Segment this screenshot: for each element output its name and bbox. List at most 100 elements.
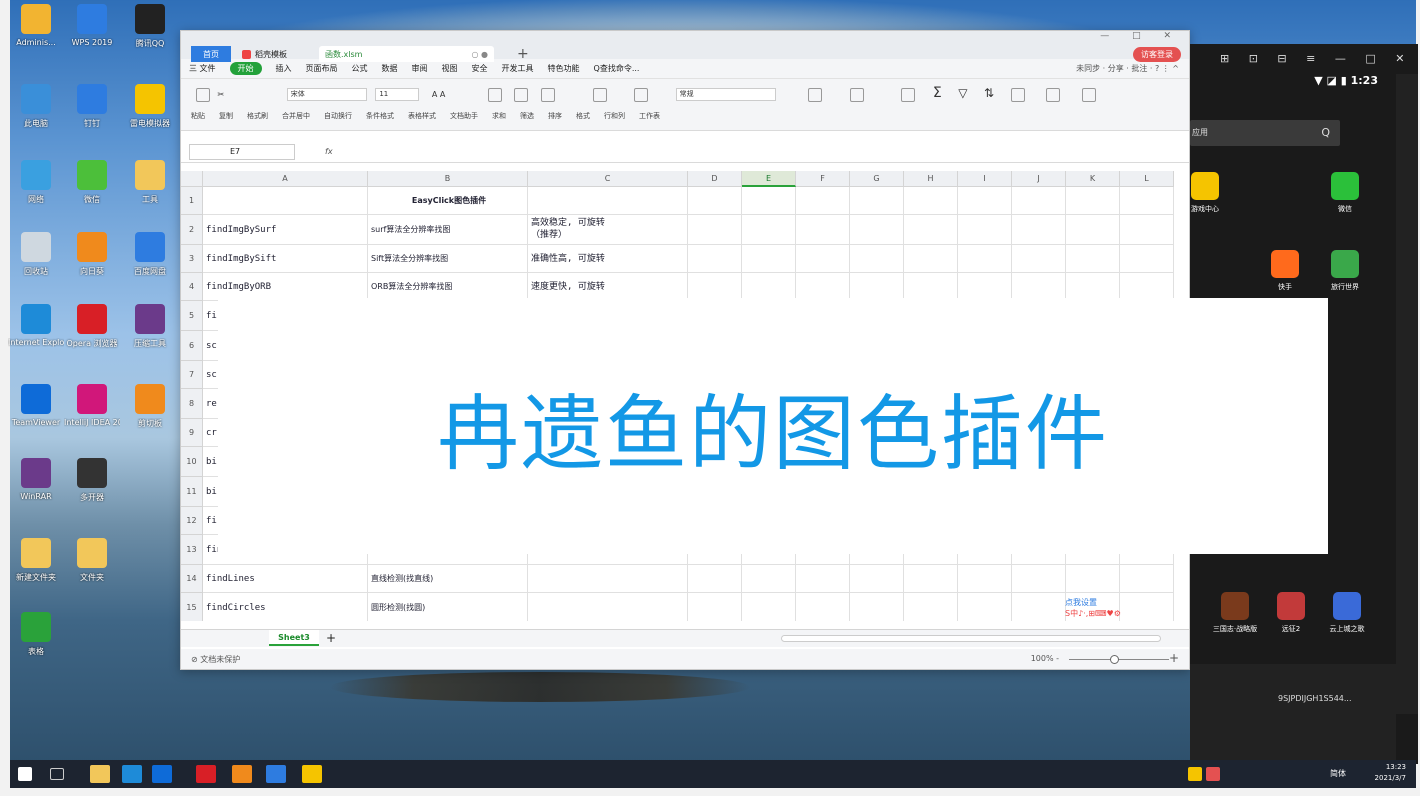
menu-item[interactable]: 视图 — [442, 63, 458, 74]
cell[interactable] — [688, 565, 742, 593]
cell[interactable] — [203, 187, 368, 215]
row-header[interactable]: 15 — [181, 593, 203, 621]
desktop-icon[interactable]: 网络 — [8, 160, 64, 205]
emulator-toolbar[interactable]: ⊞ ⊡ ⊟ ≡ — □ ✕ — [1190, 44, 1418, 74]
row-header[interactable]: 4 — [181, 273, 203, 301]
worksheet-icon[interactable] — [1081, 87, 1096, 102]
format-icon[interactable] — [1010, 87, 1025, 102]
start-button[interactable] — [18, 767, 32, 781]
close-tab-icon[interactable]: ○ ● — [471, 50, 488, 59]
desktop-icon[interactable]: WinRAR — [8, 458, 64, 501]
cell[interactable] — [1120, 245, 1174, 273]
horizontal-scrollbar[interactable] — [781, 635, 1161, 642]
desktop-icon[interactable]: Internet Explorer — [8, 304, 64, 347]
column-header[interactable]: J — [1012, 171, 1066, 187]
cell[interactable] — [796, 245, 850, 273]
ribbon-label[interactable]: 筛选 — [520, 112, 534, 120]
desktop-icon[interactable]: 剪切板 — [122, 384, 178, 429]
cell[interactable] — [688, 245, 742, 273]
emulator-app[interactable]: 三国志·战略版 — [1210, 592, 1260, 634]
ribbon-label[interactable]: 排序 — [548, 112, 562, 120]
new-tab-button[interactable]: + — [511, 46, 535, 62]
cell[interactable]: 高效稳定, 可旋转 （推荐） — [528, 215, 688, 245]
cell[interactable] — [850, 593, 904, 621]
cell[interactable] — [958, 565, 1012, 593]
cell[interactable] — [904, 215, 958, 245]
desktop-icon[interactable]: 回收站 — [8, 232, 64, 277]
menu-item[interactable]: 开始 — [229, 62, 262, 75]
row-header[interactable]: 7 — [181, 361, 203, 389]
window-controls[interactable]: — □ ✕ — [1100, 31, 1181, 41]
cell[interactable] — [796, 565, 850, 593]
column-header[interactable]: G — [850, 171, 904, 187]
sort-icon[interactable]: ⇅ — [984, 86, 994, 100]
cell[interactable] — [1012, 593, 1066, 621]
name-box[interactable]: E7 — [189, 143, 295, 160]
column-header[interactable]: I — [958, 171, 1012, 187]
emulator-app[interactable]: 微信 — [1320, 172, 1370, 214]
zoom-in-button[interactable]: + — [1169, 651, 1179, 665]
desktop-icon[interactable]: TeamViewer — [8, 384, 64, 427]
cell[interactable] — [528, 593, 688, 621]
zoom-slider[interactable] — [1069, 659, 1169, 660]
teamviewer-icon[interactable] — [152, 765, 172, 783]
row-header[interactable]: 8 — [181, 389, 203, 419]
file-explorer-icon[interactable] — [90, 765, 110, 783]
cell[interactable] — [904, 187, 958, 215]
cell[interactable] — [904, 245, 958, 273]
desktop-icon[interactable]: 文件夹 — [64, 538, 120, 583]
row-header[interactable]: 2 — [181, 215, 203, 245]
align-top-icon[interactable] — [487, 87, 502, 102]
ribbon-label[interactable]: 行和列 — [604, 112, 625, 120]
cell[interactable] — [1012, 565, 1066, 593]
column-header[interactable]: C — [528, 171, 688, 187]
cell[interactable]: Sift算法全分辨率找图 — [368, 245, 528, 273]
cell[interactable] — [688, 273, 742, 301]
tab-templates[interactable]: 稻壳模板 — [236, 46, 316, 62]
desktop-icon[interactable]: 压缩工具 — [122, 304, 178, 349]
emulator-app[interactable]: 远征2 — [1266, 592, 1316, 634]
login-button[interactable]: 访客登录 — [1133, 47, 1181, 62]
font-size-select[interactable]: 11 — [375, 88, 420, 101]
sheet-tab-sheet3[interactable]: Sheet3 — [269, 630, 319, 646]
opera-icon[interactable] — [196, 765, 216, 783]
cell[interactable] — [742, 215, 796, 245]
desktop-icon[interactable]: Adminis... — [8, 4, 64, 47]
doc-protect-status[interactable]: ⊘ 文档未保护 — [191, 654, 240, 665]
cell[interactable] — [958, 273, 1012, 301]
column-header[interactable]: B — [368, 171, 528, 187]
wrap-icon[interactable] — [634, 87, 649, 102]
cell[interactable]: findImgByORB — [203, 273, 368, 301]
cell[interactable] — [958, 245, 1012, 273]
task-view-icon[interactable] — [50, 768, 64, 780]
row-header[interactable]: 13 — [181, 535, 203, 565]
emulator-search-bar[interactable]: 应用 Q — [1190, 120, 1340, 146]
ribbon-label[interactable]: 工作表 — [639, 112, 660, 120]
cell[interactable]: EasyClick图色插件 — [368, 187, 528, 215]
wps-icon[interactable] — [266, 765, 286, 783]
cell[interactable] — [1012, 215, 1066, 245]
select-all-corner[interactable] — [181, 171, 203, 187]
cell[interactable] — [1120, 273, 1174, 301]
cut-button[interactable]: ✂ — [218, 90, 227, 99]
cell[interactable] — [688, 593, 742, 621]
cell[interactable] — [528, 187, 688, 215]
cell[interactable] — [1120, 215, 1174, 245]
fx-icon[interactable]: fx — [325, 147, 333, 156]
zoom-slider-knob[interactable] — [1110, 655, 1119, 664]
desktop-icon[interactable]: 钉钉 — [64, 84, 120, 129]
ribbon-label[interactable]: 求和 — [492, 112, 506, 120]
cell[interactable] — [904, 273, 958, 301]
column-header[interactable]: D — [688, 171, 742, 187]
cell[interactable] — [1066, 245, 1120, 273]
cell[interactable] — [688, 215, 742, 245]
sunlogin-icon[interactable] — [232, 765, 252, 783]
cell[interactable] — [528, 565, 688, 593]
cell[interactable]: ORB算法全分辨率找图 — [368, 273, 528, 301]
desktop-icon[interactable]: 向日葵 — [64, 232, 120, 277]
cell[interactable]: findImgBySift — [203, 245, 368, 273]
menu-item[interactable]: 三 文件 — [189, 63, 216, 74]
column-header[interactable]: A — [203, 171, 368, 187]
cell[interactable] — [958, 187, 1012, 215]
ribbon-label[interactable]: 条件格式 — [366, 112, 394, 120]
